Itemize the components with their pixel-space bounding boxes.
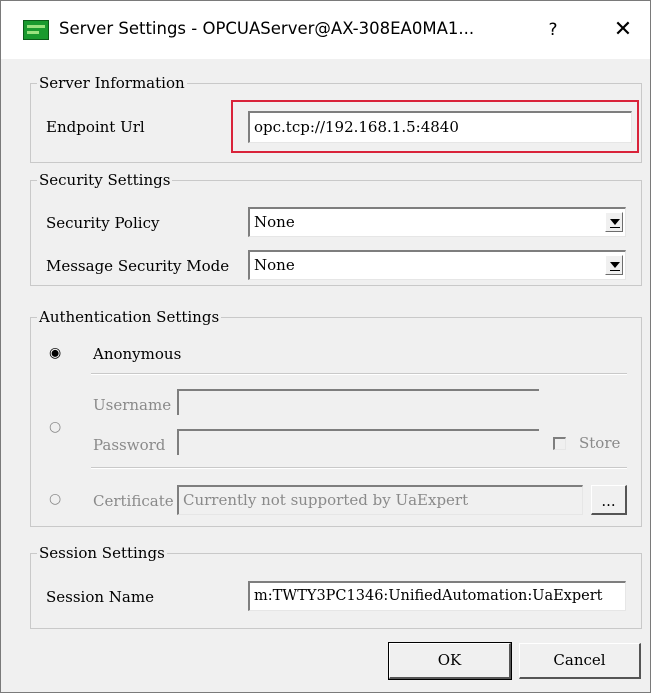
server-settings-dialog: Server Settings - OPCUAServer@AX-308EA0M… [0,0,651,693]
username-label: Username [93,396,172,414]
session-settings-title: Session Settings [37,544,167,562]
message-security-mode-select[interactable]: None [248,250,626,280]
app-icon [23,20,49,40]
cancel-button[interactable]: Cancel [519,643,641,679]
separator [91,467,627,469]
window-title: Server Settings - OPCUAServer@AX-308EA0M… [59,19,475,38]
store-label: Store [579,434,621,452]
username-password-radio[interactable]: ○ [49,420,61,434]
username-field[interactable] [177,389,539,415]
close-button[interactable]: ✕ [605,15,641,45]
session-name-label: Session Name [46,588,154,606]
separator [91,373,627,375]
title-bar: Server Settings - OPCUAServer@AX-308EA0M… [1,1,650,59]
message-security-mode-value: None [254,256,295,274]
message-security-mode-label: Message Security Mode [46,257,230,275]
chevron-down-icon[interactable] [605,212,623,232]
anonymous-radio[interactable]: ◉ [49,346,61,360]
help-button[interactable]: ? [537,15,569,45]
session-name-field[interactable]: m:TWTY3PC1346:UnifiedAutomation:UaExpert [248,581,626,611]
security-policy-label: Security Policy [46,214,160,232]
anonymous-label[interactable]: Anonymous [93,345,181,363]
server-information-title: Server Information [37,74,187,92]
certificate-label: Certificate [93,492,174,510]
security-policy-select[interactable]: None [248,207,626,237]
ok-button[interactable]: OK [388,642,512,680]
certificate-radio[interactable]: ○ [49,492,61,506]
certificate-field[interactable]: Currently not supported by UaExpert [177,485,583,515]
password-field[interactable] [177,429,539,455]
password-label: Password [93,436,166,454]
store-checkbox[interactable] [553,437,566,450]
endpoint-url-label: Endpoint Url [46,118,145,136]
endpoint-url-highlight [231,100,639,153]
chevron-down-icon[interactable] [605,255,623,275]
certificate-browse-button[interactable]: ... [591,485,627,515]
authentication-settings-title: Authentication Settings [37,308,222,326]
security-settings-title: Security Settings [37,171,173,189]
security-policy-value: None [254,213,295,231]
